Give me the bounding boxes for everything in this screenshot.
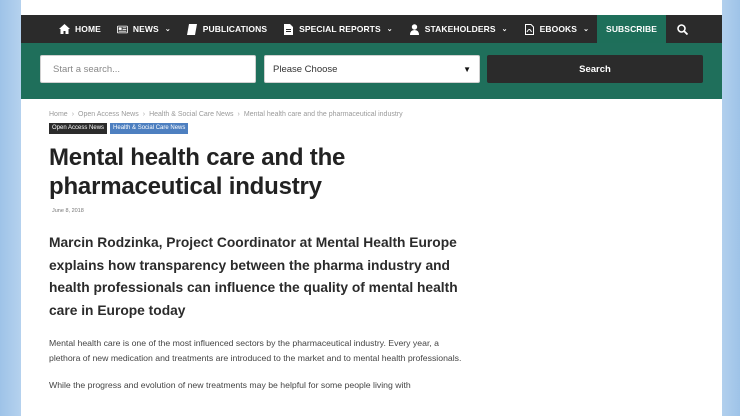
search-bar: Start a search... Please Choose ▼ Search bbox=[21, 43, 722, 99]
newspaper-icon bbox=[116, 24, 128, 35]
home-icon bbox=[59, 24, 70, 35]
article-date: June 8, 2018 bbox=[52, 208, 84, 214]
page: HOME NEWS ⌄ PUBLICATIONS SPECIAL REPORTS… bbox=[21, 0, 722, 416]
dropdown-arrow-icon: ▼ bbox=[463, 64, 471, 74]
breadcrumb-separator: › bbox=[71, 111, 75, 118]
article-paragraph: While the progress and evolution of new … bbox=[49, 380, 411, 390]
nav-item-label: SPECIAL REPORTS bbox=[299, 24, 381, 34]
top-strip bbox=[21, 0, 722, 15]
nav-item-home[interactable]: HOME bbox=[51, 15, 109, 43]
breadcrumb-current: Mental health care and the pharmaceutica… bbox=[243, 111, 403, 118]
nav-item-label: HOME bbox=[75, 24, 101, 34]
breadcrumb-separator: › bbox=[142, 111, 146, 118]
chevron-down-icon: ⌄ bbox=[583, 26, 590, 33]
nav-item-stakeholders[interactable]: STAKEHOLDERS ⌄ bbox=[401, 15, 516, 43]
nav-item-special-reports[interactable]: SPECIAL REPORTS ⌄ bbox=[275, 15, 401, 43]
user-icon bbox=[409, 23, 420, 35]
select-value: Please Choose bbox=[273, 63, 338, 75]
article-lede: Marcin Rodzinka, Project Coordinator at … bbox=[49, 235, 458, 318]
nav-item-publications[interactable]: PUBLICATIONS bbox=[179, 15, 275, 43]
main-nav: HOME NEWS ⌄ PUBLICATIONS SPECIAL REPORTS… bbox=[21, 15, 722, 43]
nav-item-ebooks[interactable]: EBOOKS ⌄ bbox=[516, 15, 597, 43]
chevron-down-icon: ⌄ bbox=[164, 26, 171, 33]
chevron-down-icon: ⌄ bbox=[386, 26, 393, 33]
breadcrumb-separator: › bbox=[237, 111, 240, 118]
nav-item-label: EBOOKS bbox=[539, 24, 578, 34]
nav-item-label: STAKEHOLDERS bbox=[424, 24, 496, 34]
search-icon[interactable] bbox=[677, 15, 688, 43]
breadcrumb: Home › Open Access News › Health & Socia… bbox=[49, 111, 479, 118]
book-icon bbox=[187, 23, 198, 35]
breadcrumb-home[interactable]: Home bbox=[49, 111, 68, 118]
article-paragraph: Mental health care is one of the most in… bbox=[49, 338, 462, 363]
chevron-down-icon: ⌄ bbox=[501, 26, 508, 33]
search-button[interactable]: Search bbox=[487, 55, 703, 83]
article: Home › Open Access News › Health & Socia… bbox=[49, 111, 479, 393]
tag-health-social-care-news[interactable]: Health & Social Care News bbox=[110, 123, 189, 134]
pdf-icon bbox=[524, 23, 535, 35]
breadcrumb-health-social-care[interactable]: Health & Social Care News bbox=[149, 111, 233, 118]
nav-item-label: PUBLICATIONS bbox=[202, 24, 268, 34]
tag-open-access-news[interactable]: Open Access News bbox=[49, 123, 108, 134]
category-select[interactable]: Please Choose ▼ bbox=[264, 55, 480, 83]
subscribe-button[interactable]: SUBSCRIBE bbox=[597, 15, 667, 43]
breadcrumb-open-access-news[interactable]: Open Access News bbox=[78, 111, 139, 118]
document-icon bbox=[283, 23, 294, 35]
article-title: Mental health care and the pharmaceutica… bbox=[49, 144, 346, 200]
search-input[interactable]: Start a search... bbox=[40, 55, 256, 83]
category-tags: Open Access News Health & Social Care Ne… bbox=[49, 123, 479, 134]
nav-item-news[interactable]: NEWS ⌄ bbox=[109, 15, 179, 43]
nav-item-label: NEWS bbox=[132, 24, 159, 34]
